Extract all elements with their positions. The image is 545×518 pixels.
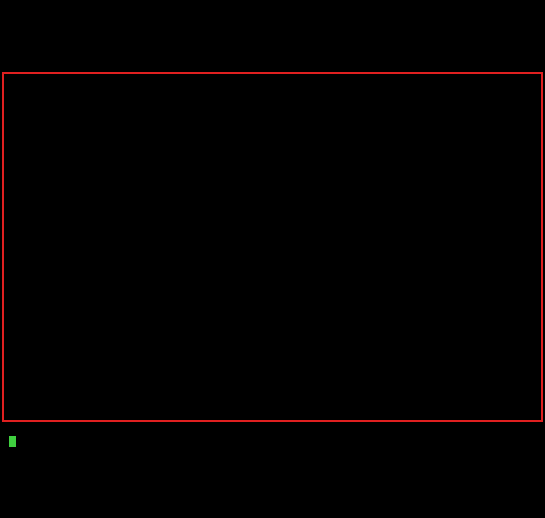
highlighted-output [2, 72, 543, 422]
cursor-icon[interactable] [9, 436, 16, 447]
